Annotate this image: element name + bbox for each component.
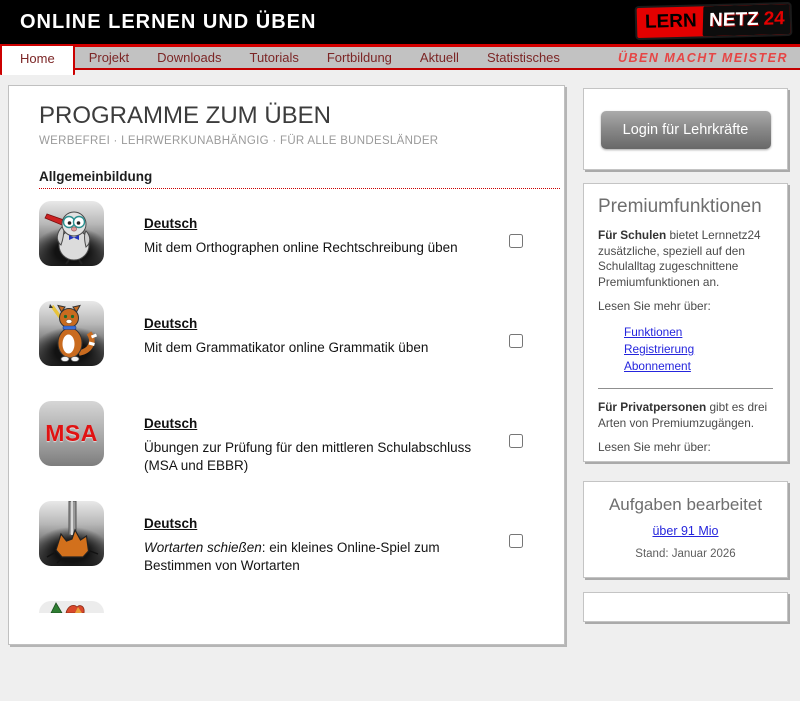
program-description: Übungen zur Prüfung für den mittleren Sc… [144,439,504,475]
program-text-block: Deutsch Mit dem Orthographen online Rech… [144,201,509,257]
subject-link[interactable]: Deutsch [144,316,197,331]
tab-tutorials[interactable]: Tutorials [235,47,312,68]
program-checkbox[interactable] [509,234,523,248]
link-funktionen[interactable]: Funktionen [624,325,682,339]
tab-projekt[interactable]: Projekt [75,47,143,68]
link-registrierung[interactable]: Registrierung [624,342,694,356]
premium-title: Premiumfunktionen [598,196,773,218]
subject-link[interactable]: Deutsch [144,216,197,231]
program-text-block: Deutsch Übungen zur Prüfung für den mitt… [144,401,509,475]
partial-program-icon[interactable] [39,601,104,613]
premium-box: Premiumfunktionen Für Schulen bietet Ler… [583,183,788,462]
program-description: Mit dem Orthographen online Rechtschreib… [144,239,504,257]
stats-count-link[interactable]: über 91 Mio [652,524,718,538]
premium-more-label: Lesen Sie mehr über: [598,299,773,315]
login-box: Login für Lehrkräfte [583,88,788,170]
premium-divider [598,388,773,389]
section-header-allgemeinbildung: Allgemeinbildung [39,169,560,189]
slogan-text: ÜBEN MACHT MEISTER [618,51,788,65]
subject-link[interactable]: Deutsch [144,416,197,431]
program-text-block: Deutsch Wortarten schießen: ein kleines … [144,501,509,575]
login-button[interactable]: Login für Lehrkräfte [601,111,771,149]
premium-links: Funktionen Registrierung Abonnement [624,324,773,375]
program-checkbox[interactable] [509,434,523,448]
program-text-block: Deutsch Mit dem Grammatikator online Gra… [144,301,509,357]
page-subtitle: WERBEFREI · LEHRWERKUNABHÄNGIG · FÜR ALL… [39,135,540,147]
stats-date: Stand: Januar 2026 [584,548,787,560]
sidebar: Login für Lehrkräfte Premiumfunktionen F… [583,0,790,600]
program-checkbox[interactable] [509,534,523,548]
subject-link[interactable]: Deutsch [144,516,197,531]
site-title: ONLINE LERNEN UND ÜBEN [20,11,316,34]
tab-downloads[interactable]: Downloads [143,47,235,68]
premium-schools-text: Für Schulen bietet Lernnetz24 zusätzlich… [598,228,773,290]
msa-icon[interactable]: MSA [39,401,104,466]
main-nav: Home Projekt Downloads Tutorials Fortbil… [0,44,800,70]
tab-fortbildung[interactable]: Fortbildung [313,47,406,68]
stats-title: Aufgaben bearbeitet [584,495,787,515]
program-checkbox[interactable] [509,334,523,348]
wortarten-game-icon[interactable] [39,501,104,566]
main-content-panel: PROGRAMME ZUM ÜBEN WERBEFREI · LEHRWERKU… [8,85,565,645]
partial-sidebar-box [583,592,788,622]
program-description: Wortarten schießen: ein kleines Online-S… [144,539,504,575]
link-abonnement[interactable]: Abonnement [624,359,691,373]
cat-grammatikator-icon[interactable] [39,301,104,366]
program-row-grammatikator: Deutsch Mit dem Grammatikator online Gra… [39,301,540,401]
program-row-msa: MSA Deutsch Übungen zur Prüfung für den … [39,401,540,501]
stats-box: Aufgaben bearbeitet über 91 Mio Stand: J… [583,481,788,578]
program-row-partial [39,601,540,701]
premium-more-label-2: Lesen Sie mehr über: [598,440,773,456]
owl-orthograph-icon[interactable] [39,201,104,266]
msa-icon-text: MSA [45,420,98,447]
program-row-wortarten-game: Deutsch Wortarten schießen: ein kleines … [39,501,540,601]
premium-private-text: Für Privatpersonen gibt es drei Arten vo… [598,400,773,431]
tab-home[interactable]: Home [0,44,75,75]
page-title: PROGRAMME ZUM ÜBEN [39,102,540,130]
program-description: Mit dem Grammatikator online Grammatik ü… [144,339,504,357]
tab-statistisches[interactable]: Statistisches [473,47,574,68]
program-row-orthograph: Deutsch Mit dem Orthographen online Rech… [39,201,540,301]
tab-aktuell[interactable]: Aktuell [406,47,473,68]
